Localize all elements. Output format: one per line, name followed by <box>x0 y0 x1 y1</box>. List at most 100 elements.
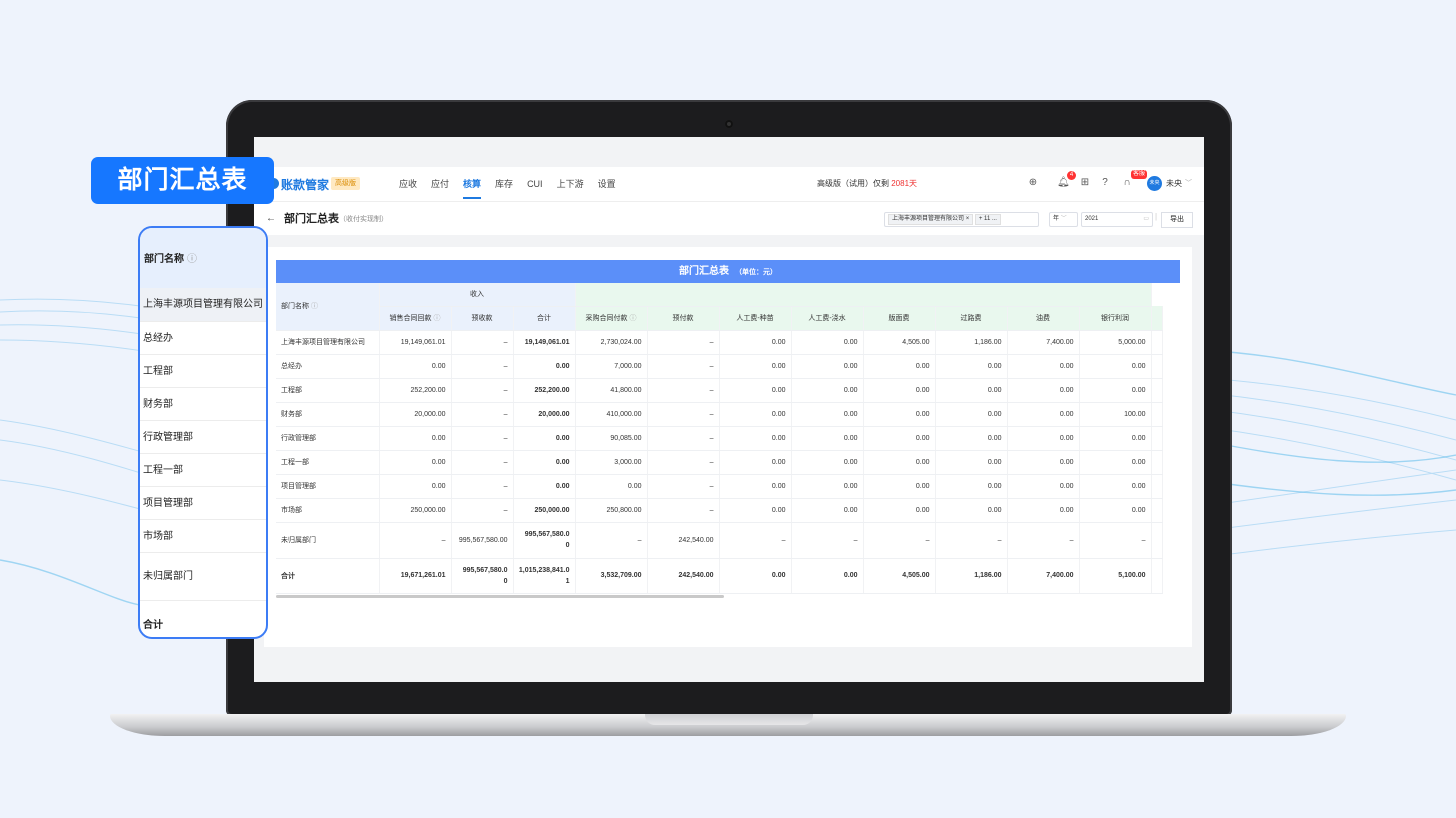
col-header[interactable]: 人工费-种苗 <box>719 306 792 331</box>
table-cell: 0.00 <box>513 450 576 475</box>
period-select[interactable]: 年 ﹀ <box>1049 212 1078 227</box>
col-group-expense <box>575 283 1152 307</box>
nav-item-settings[interactable]: 设置 <box>591 167 623 201</box>
table-cell: 0.00 <box>791 450 864 475</box>
col-group-income: 收入 <box>379 283 576 307</box>
nav-item-cui[interactable]: CUI <box>520 167 550 201</box>
table-cell: – <box>647 498 720 523</box>
help-icon: ⓘ <box>431 315 441 322</box>
table-row: 项目管理部 0.00–0.00 0.00–0.00 0.00 0.00 0.00 0.00 0… <box>276 474 1163 499</box>
headset-icon[interactable]: ∩ <box>1121 177 1133 189</box>
table-row: 行政管理部 0.00–0.00 90,085.00–0.00 0.00 0.00 0.00… <box>276 426 1163 451</box>
back-arrow-icon[interactable]: ← <box>266 202 276 236</box>
table-title-bar: 部门汇总表 （单位：元） <box>276 260 1180 283</box>
table-cell: 0.00 <box>863 402 936 427</box>
page-subtitle: （收付实现制） <box>339 216 388 223</box>
col-header[interactable]: 过路费 <box>935 306 1008 331</box>
table-cell: 0.00 <box>1007 450 1080 475</box>
nav-item-accounting[interactable]: 核算 <box>456 167 488 201</box>
table-cell: – <box>719 522 792 559</box>
table-cell: 0.00 <box>935 402 1008 427</box>
table-cell: – <box>451 402 514 427</box>
col-header[interactable]: 版面费 <box>863 306 936 331</box>
user-name[interactable]: 未央 <box>1166 167 1182 201</box>
col-header[interactable]: 预付款 <box>647 306 720 331</box>
table-cell: 90,085.00 <box>575 426 648 451</box>
col-header-department[interactable]: 部门名称 ⓘ <box>276 283 380 331</box>
apps-grid-icon[interactable]: ⊞ <box>1079 177 1091 189</box>
nav-item-partners[interactable]: 上下游 <box>550 167 591 201</box>
chevron-down-icon[interactable]: ﹀ <box>1185 167 1192 201</box>
help-icon: ⓘ <box>310 303 318 311</box>
table-row: 财务部 20,000.00–20,000.00 410,000.00–0.00 0.0… <box>276 402 1163 427</box>
table-cell: – <box>647 378 720 403</box>
col-header[interactable]: 合计 <box>513 306 576 331</box>
table-cell: – <box>379 522 452 559</box>
company-filter[interactable]: 上海丰源项目管理有限公司 × + 11 ... <box>884 212 1039 227</box>
table-cell: – <box>863 522 936 559</box>
year-picker[interactable]: 2021 ▭ <box>1081 212 1153 227</box>
table-cell: 0.00 <box>1079 474 1152 499</box>
add-icon[interactable]: ⊕ <box>1027 177 1039 189</box>
table-row: 未归属部门 –995,567,580.00 995,567,580.0 0–242,… <box>276 522 1163 559</box>
table-cell: 0.00 <box>719 474 792 499</box>
table-cell: 0.00 <box>1079 354 1152 379</box>
table-cell: 0.00 <box>935 450 1008 475</box>
nav-item-receivable[interactable]: 应收 <box>392 167 424 201</box>
table-cell: 0.00 <box>863 474 936 499</box>
feature-callout: 部门汇总表 <box>91 157 274 204</box>
table-cell: 0.00 <box>1079 378 1152 403</box>
export-button[interactable]: 导出 <box>1161 212 1193 228</box>
table-cell: 1,186.00 <box>935 330 1008 355</box>
nav-item-inventory[interactable]: 库存 <box>488 167 520 201</box>
help-icon: ⓘ <box>187 254 197 265</box>
more-companies-tag[interactable]: + 11 ... <box>974 214 1001 225</box>
table-cell: 0.00 <box>935 378 1008 403</box>
zoom-panel-header: 部门名称 ⓘ <box>140 228 266 288</box>
avatar[interactable]: 未央 <box>1147 176 1162 191</box>
laptop-notch <box>645 714 813 725</box>
trial-notice[interactable]: 高级版（试用）仅剩 2081天 <box>817 167 917 201</box>
row-department-name: 工程一部 <box>276 450 380 475</box>
col-header[interactable]: 油费 <box>1007 306 1080 331</box>
table-cell: – <box>647 474 720 499</box>
brand-name[interactable]: 账款管家 <box>281 176 329 193</box>
table-cell-overflow <box>1151 330 1163 355</box>
table-cell: 0.00 <box>513 426 576 451</box>
table-cell: 0.00 <box>935 498 1008 523</box>
col-header[interactable]: 人工费-浇水 <box>791 306 864 331</box>
table-cell: 1,015,238,841.0 1 <box>513 558 576 594</box>
table-cell: – <box>647 330 720 355</box>
table-cell: 0.00 <box>863 450 936 475</box>
col-header[interactable]: 银行利润 <box>1079 306 1152 331</box>
table-cell: 0.00 <box>1079 498 1152 523</box>
row-department-name: 未归属部门 <box>276 522 380 559</box>
close-icon[interactable]: × <box>966 216 970 222</box>
table-cell: 0.00 <box>1007 378 1080 403</box>
trial-days: 2081天 <box>891 179 918 188</box>
table-cell: 7,000.00 <box>575 354 648 379</box>
table-cell: 410,000.00 <box>575 402 648 427</box>
zoom-panel: 部门名称 ⓘ 上海丰源项目管理有限公司 总经办 工程部 财务部 行政管理部 工程一部 项目管理… <box>138 226 268 639</box>
table-cell: 100.00 <box>1079 402 1152 427</box>
table-cell: 995,567,580.0 0 <box>513 522 576 559</box>
table-cell-overflow <box>1151 498 1163 523</box>
zoom-panel-row: 财务部 <box>140 388 266 421</box>
table-cell: 252,200.00 <box>513 378 576 403</box>
help-icon[interactable]: ? <box>1099 177 1111 189</box>
bell-icon[interactable]: 🔔︎ <box>1057 177 1070 189</box>
col-header[interactable]: 预收款 <box>451 306 514 331</box>
row-department-name: 市场部 <box>276 498 380 523</box>
horizontal-scrollbar[interactable] <box>276 595 724 598</box>
table-row: 工程部 252,200.00–252,200.00 41,800.00–0.00 0.… <box>276 378 1163 403</box>
table-cell: – <box>647 354 720 379</box>
table-cell: 0.00 <box>863 378 936 403</box>
table-cell: – <box>791 522 864 559</box>
col-header[interactable]: 销售合同回款 ⓘ <box>379 306 452 331</box>
table-row: 合计 19,671,261.01 995,567,580.0 0 1,015,238,… <box>276 558 1163 594</box>
col-header[interactable]: 采购合同付款 ⓘ <box>575 306 648 331</box>
table-cell: 0.00 <box>575 474 648 499</box>
zoom-panel-row: 工程部 <box>140 355 266 388</box>
period-value: 年 <box>1053 216 1060 222</box>
nav-item-payable[interactable]: 应付 <box>424 167 456 201</box>
